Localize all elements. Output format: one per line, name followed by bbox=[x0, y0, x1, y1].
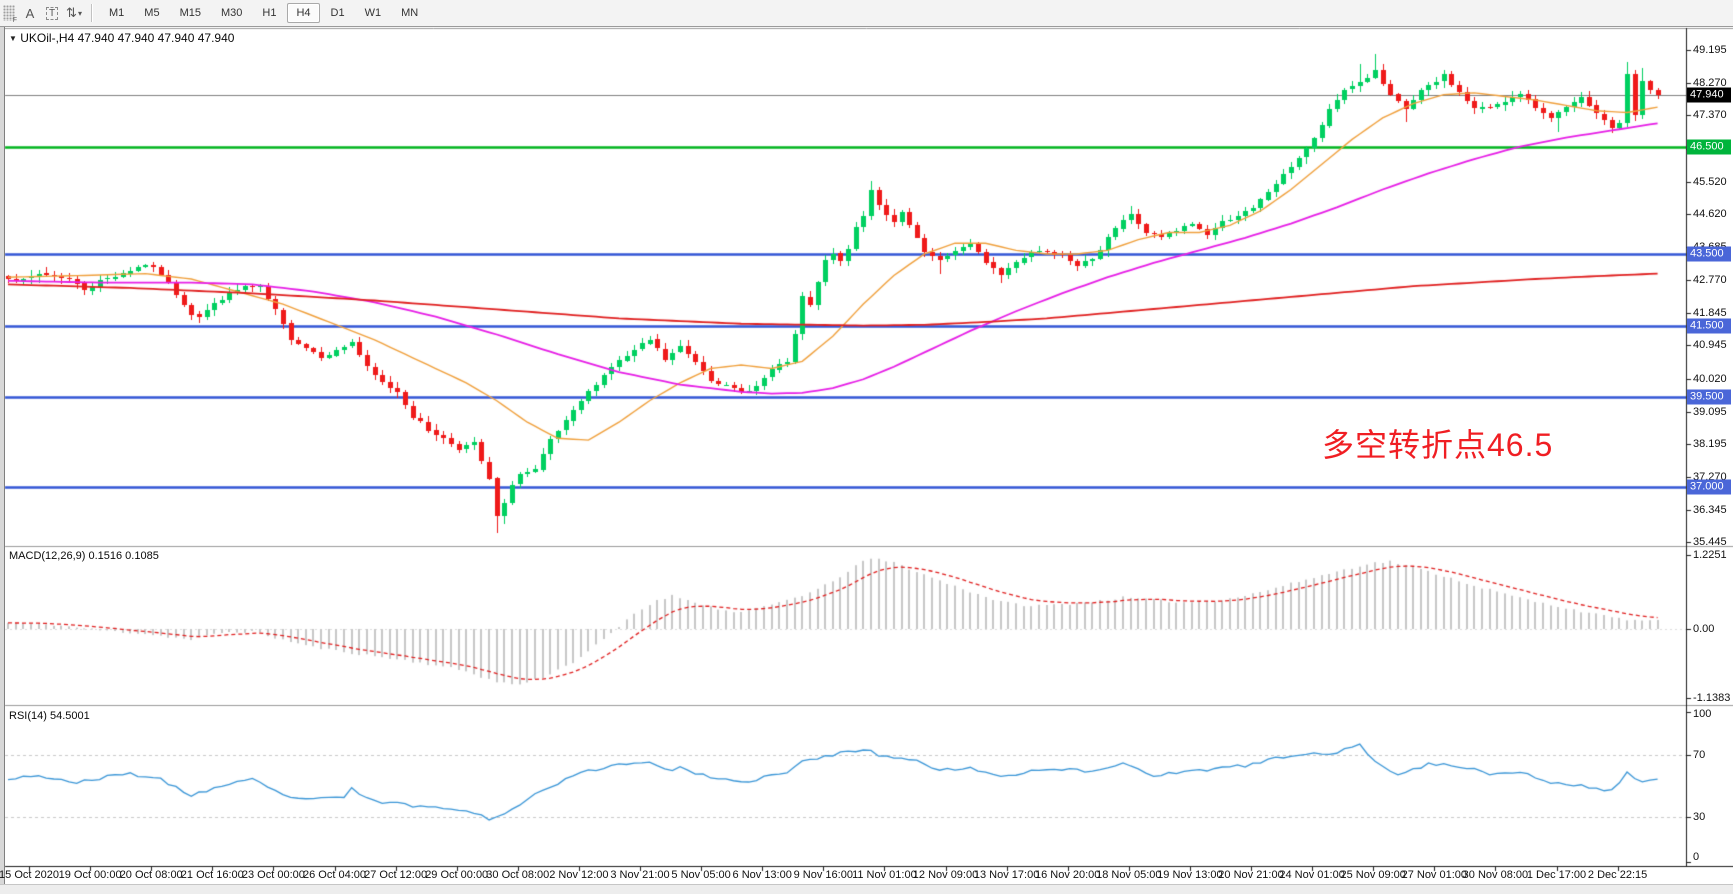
time-axis-label: 1 Dec 17:00 bbox=[1527, 869, 1586, 881]
time-axis-label: 23 Oct 00:00 bbox=[242, 869, 305, 881]
toolbar: F A T ⇅▾ M1M5M15M30H1H4D1W1MN bbox=[0, 0, 1733, 27]
rsi-indicator-label: RSI(14) 54.5001 bbox=[9, 710, 90, 722]
time-axis-label: 29 Oct 00:00 bbox=[425, 869, 488, 881]
macd-tick-label: -1.1383 bbox=[1693, 692, 1730, 704]
time-axis-label: 2 Nov 12:00 bbox=[549, 869, 608, 881]
time-axis-label: 19 Nov 13:00 bbox=[1157, 869, 1222, 881]
toolbar-separator bbox=[91, 4, 93, 22]
time-axis-label: 30 Nov 08:00 bbox=[1463, 869, 1528, 881]
timeframe-button-w1[interactable]: W1 bbox=[356, 3, 391, 23]
time-axis-label: 16 Nov 20:00 bbox=[1035, 869, 1100, 881]
window-left-edge bbox=[0, 27, 5, 884]
timeframe-button-h1[interactable]: H1 bbox=[253, 3, 285, 23]
price-badge-37.000: 37.000 bbox=[1687, 479, 1731, 494]
time-axis-label: 20 Nov 21:00 bbox=[1218, 869, 1283, 881]
grip-f-label: F bbox=[13, 17, 17, 24]
rsi-tick-label: 70 bbox=[1693, 749, 1705, 761]
time-axis-label: 21 Oct 16:00 bbox=[181, 869, 244, 881]
time-axis-label: 5 Nov 05:00 bbox=[671, 869, 730, 881]
macd-indicator-label: MACD(12,26,9) 0.1516 0.1085 bbox=[9, 550, 159, 562]
time-axis-label: 15 Oct 2020 bbox=[0, 869, 59, 881]
text-label-glyph: T bbox=[46, 7, 58, 20]
price-tick-label: 49.195 bbox=[1693, 44, 1727, 56]
timeframe-button-m30[interactable]: M30 bbox=[212, 3, 251, 23]
price-badge-46.500: 46.500 bbox=[1687, 139, 1731, 154]
status-strip bbox=[0, 884, 1733, 894]
time-axis-label: 2 Dec 22:15 bbox=[1588, 869, 1647, 881]
text-tool-icon[interactable]: A bbox=[19, 3, 41, 24]
timeframe-button-d1[interactable]: D1 bbox=[322, 3, 354, 23]
time-axis-label: 30 Oct 08:00 bbox=[486, 869, 549, 881]
time-axis-label: 12 Nov 09:00 bbox=[913, 869, 978, 881]
price-tick-label: 40.020 bbox=[1693, 373, 1727, 385]
time-axis-label: 18 Nov 05:00 bbox=[1096, 869, 1161, 881]
price-tick-label: 42.770 bbox=[1693, 274, 1727, 286]
price-badge-43.500: 43.500 bbox=[1687, 246, 1731, 261]
rsi-tick-label: 30 bbox=[1693, 811, 1705, 823]
price-tick-label: 40.945 bbox=[1693, 339, 1727, 351]
text-label-tool-icon[interactable]: T bbox=[41, 3, 63, 24]
timeframe-button-h4[interactable]: H4 bbox=[287, 3, 319, 23]
price-tick-label: 47.370 bbox=[1693, 109, 1727, 121]
chevron-down-icon[interactable]: ▾ bbox=[78, 9, 82, 18]
time-axis-label: 19 Oct 00:00 bbox=[59, 869, 122, 881]
toolbar-grip-icon[interactable]: F bbox=[3, 5, 15, 21]
time-axis-label: 26 Oct 04:00 bbox=[303, 869, 366, 881]
time-axis-label: 13 Nov 17:00 bbox=[974, 869, 1039, 881]
macd-tick-label: 0.00 bbox=[1693, 623, 1714, 635]
chinese-annotation: 多空转折点46.5 bbox=[1322, 420, 1553, 466]
symbol-title: ▼ UKOil-,H4 47.940 47.940 47.940 47.940 bbox=[9, 31, 234, 45]
price-tick-label: 39.095 bbox=[1693, 406, 1727, 418]
symbol-ohlc-text: UKOil-,H4 47.940 47.940 47.940 47.940 bbox=[20, 31, 234, 45]
time-axis-label: 3 Nov 21:00 bbox=[610, 869, 669, 881]
rsi-tick-label: 0 bbox=[1693, 851, 1699, 863]
price-badge-47.940: 47.940 bbox=[1687, 88, 1731, 103]
price-tick-label: 38.195 bbox=[1693, 438, 1727, 450]
time-axis-label: 20 Oct 08:00 bbox=[120, 869, 183, 881]
timeframe-button-mn[interactable]: MN bbox=[392, 3, 427, 23]
price-tick-label: 44.620 bbox=[1693, 208, 1727, 220]
time-axis-label: 24 Nov 01:00 bbox=[1279, 869, 1344, 881]
mt4-window: F A T ⇅▾ M1M5M15M30H1H4D1W1MN ▼ UKOil-,H… bbox=[0, 0, 1733, 894]
time-axis-label: 9 Nov 16:00 bbox=[794, 869, 853, 881]
timeframe-button-m5[interactable]: M5 bbox=[135, 3, 168, 23]
arrows-glyph: ⇅ bbox=[66, 5, 77, 21]
price-badge-39.500: 39.500 bbox=[1687, 390, 1731, 405]
symbol-caret-icon[interactable]: ▼ bbox=[9, 34, 17, 43]
time-axis-label: 27 Nov 01:00 bbox=[1402, 869, 1467, 881]
arrows-tool-icon[interactable]: ⇅▾ bbox=[63, 3, 85, 24]
time-axis-label: 11 Nov 01:00 bbox=[852, 869, 917, 881]
time-axis-label: 27 Oct 12:00 bbox=[364, 869, 427, 881]
timeframe-button-m15[interactable]: M15 bbox=[171, 3, 210, 23]
macd-tick-label: 1.2251 bbox=[1693, 549, 1727, 561]
price-tick-label: 36.345 bbox=[1693, 504, 1727, 516]
timeframe-toolbar: M1M5M15M30H1H4D1W1MN bbox=[99, 3, 428, 23]
rsi-tick-label: 100 bbox=[1693, 708, 1711, 720]
time-axis-label: 25 Nov 09:00 bbox=[1340, 869, 1405, 881]
price-tick-label: 35.445 bbox=[1693, 536, 1727, 548]
time-axis-label: 6 Nov 13:00 bbox=[733, 869, 792, 881]
timeframe-button-m1[interactable]: M1 bbox=[100, 3, 133, 23]
price-tick-label: 45.520 bbox=[1693, 176, 1727, 188]
price-badge-41.500: 41.500 bbox=[1687, 318, 1731, 333]
